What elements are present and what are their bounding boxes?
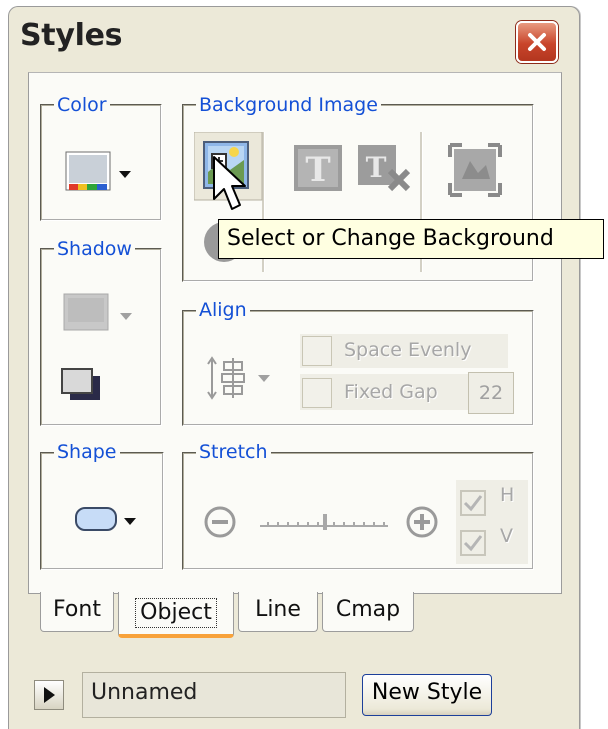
stretch-h-checkbox[interactable] <box>460 490 486 516</box>
align-group-label: Align <box>196 299 250 321</box>
fixed-gap-label: Fixed Gap <box>344 381 438 403</box>
text-remove-icon: T <box>358 145 411 192</box>
clear-text-background-button[interactable]: T <box>356 143 412 197</box>
distribute-vertical-icon <box>207 356 270 400</box>
arrow-cursor-icon <box>213 156 246 210</box>
shadow-group-label: Shadow <box>54 238 135 260</box>
checkmark-icon <box>463 535 483 552</box>
rounded-rectangle-icon <box>75 507 136 531</box>
fill-color-icon <box>65 151 131 191</box>
svg-text:T: T <box>305 150 330 190</box>
background-image-group-label: Background Image <box>196 94 381 116</box>
text-image-icon: T <box>294 145 342 191</box>
stretch-h-label: H <box>500 484 515 506</box>
stretch-group-label: Stretch <box>196 441 271 463</box>
shape-group-label: Shape <box>54 441 120 463</box>
new-style-button[interactable]: New Style <box>362 674 492 716</box>
zoom-slider-icon <box>204 506 438 538</box>
stretch-slider[interactable] <box>202 502 442 542</box>
stretch-v-label: V <box>500 525 513 547</box>
close-button[interactable] <box>516 21 558 63</box>
space-evenly-label: Space Evenly <box>344 339 472 361</box>
window-title: Styles <box>20 18 123 53</box>
fixed-gap-checkbox[interactable] <box>302 378 332 408</box>
fit-background-button[interactable] <box>448 143 502 197</box>
stretch-v-checkbox[interactable] <box>460 530 486 556</box>
play-arrow-icon <box>44 687 55 703</box>
color-group-label: Color <box>54 94 110 116</box>
fixed-gap-input[interactable]: 22 <box>468 372 514 414</box>
tooltip: Select or Change Background <box>218 219 604 259</box>
shadow-picker-button[interactable] <box>62 292 140 336</box>
mouse-cursor <box>212 155 246 215</box>
expand-button[interactable] <box>34 680 64 710</box>
space-evenly-checkbox[interactable] <box>302 336 332 366</box>
color-picker-button[interactable] <box>64 150 134 198</box>
shape-picker-button[interactable] <box>74 503 150 537</box>
svg-text:T: T <box>366 151 387 184</box>
frame-image-icon <box>448 143 502 197</box>
close-icon <box>528 33 546 51</box>
tab-object[interactable]: Object <box>118 592 234 638</box>
text-background-button[interactable]: T <box>292 143 346 195</box>
align-picker-button[interactable] <box>206 356 282 400</box>
shadow-color-icon <box>63 293 132 331</box>
checkmark-icon <box>463 495 483 512</box>
drop-shadow-icon <box>61 368 100 400</box>
tab-font[interactable]: Font <box>40 592 114 632</box>
tab-object-label: Object <box>135 598 217 628</box>
tab-cmap[interactable]: Cmap <box>322 592 414 632</box>
style-name-field[interactable]: Unnamed <box>82 672 346 718</box>
shadow-toggle-button[interactable] <box>60 366 104 404</box>
tab-line[interactable]: Line <box>238 592 318 632</box>
